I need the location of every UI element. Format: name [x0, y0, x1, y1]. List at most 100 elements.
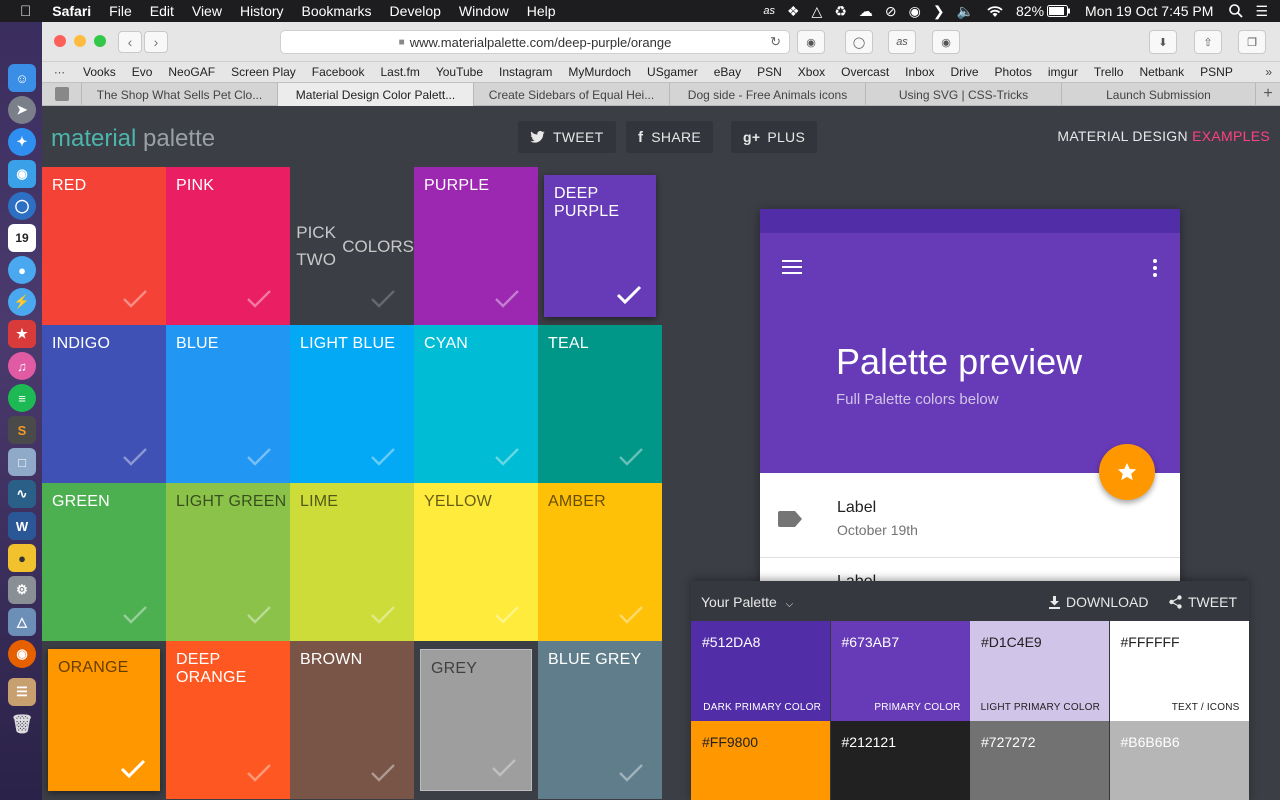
lastfm-extension-icon[interactable]: as	[888, 30, 916, 54]
menu-bookmarks[interactable]: Bookmarks	[293, 3, 381, 19]
clock[interactable]: Mon 19 Oct 7:45 PM	[1077, 3, 1223, 19]
palette-color-cell[interactable]: #FFFFFF TEXT / ICONS	[1109, 621, 1249, 721]
favorite-link[interactable]: Vooks	[75, 65, 124, 79]
forward-button[interactable]: ›	[144, 31, 168, 53]
swatch-blue[interactable]: BLUE	[166, 325, 290, 483]
messages-icon[interactable]: ●	[8, 256, 36, 284]
menu-edit[interactable]: Edit	[141, 3, 183, 19]
swatch-cyan[interactable]: CYAN	[414, 325, 538, 483]
swatch-pink[interactable]: PINK	[166, 167, 290, 325]
swatch-yellow[interactable]: YELLOW	[414, 483, 538, 641]
volume-icon[interactable]: 🔈	[951, 3, 980, 20]
launchpad-icon[interactable]: ➤	[8, 96, 36, 124]
swatch-teal[interactable]: TEAL	[538, 325, 662, 483]
onepassword-icon[interactable]: ◯	[8, 192, 36, 220]
favorite-link[interactable]: Screen Play	[223, 65, 304, 79]
menu-help[interactable]: Help	[518, 3, 565, 19]
calendar-icon[interactable]: 19	[8, 224, 36, 252]
more-vert-icon[interactable]	[1152, 259, 1158, 277]
app-menu[interactable]: Safari	[43, 3, 100, 19]
favorite-link[interactable]: Evo	[124, 65, 161, 79]
favorite-link[interactable]: eBay	[706, 65, 749, 79]
sync-status-icon[interactable]: ♻	[828, 3, 853, 20]
more-favorites-icon[interactable]: »	[1265, 65, 1272, 79]
swatch-light-blue[interactable]: LIGHT BLUE	[290, 325, 414, 483]
hamburger-menu-icon[interactable]	[782, 259, 804, 275]
palette-color-cell[interactable]: #FF9800ACCENT COLOR	[691, 721, 830, 800]
reload-icon[interactable]: ↻	[770, 34, 781, 50]
favorite-link[interactable]: USgamer	[639, 65, 706, 79]
spotlight-icon[interactable]	[1223, 4, 1249, 18]
dropbox-status-icon[interactable]: ❖	[781, 3, 806, 20]
drive-status-icon[interactable]: △	[806, 3, 829, 20]
onepassword-extension-icon[interactable]: ◯	[845, 30, 873, 54]
close-window-button[interactable]	[54, 35, 66, 47]
menu-develop[interactable]: Develop	[381, 3, 450, 19]
material-design-examples-link[interactable]: MATERIAL DESIGN EXAMPLES	[1057, 128, 1270, 144]
itunes-icon[interactable]: ♫	[8, 352, 36, 380]
swatch-light-green[interactable]: LIGHT GREEN	[166, 483, 290, 641]
tabs-overview-icon[interactable]: ❐	[1238, 30, 1266, 54]
menu-file[interactable]: File	[100, 3, 141, 19]
favorite-link[interactable]: Netbank	[1131, 65, 1192, 79]
system-preferences-icon[interactable]: ⚙	[8, 576, 36, 604]
favorite-link[interactable]: Last.fm	[372, 65, 427, 79]
firefox-icon[interactable]: ◉	[8, 640, 36, 668]
tab-material-palette[interactable]: Material Design Color Palett...	[278, 83, 474, 106]
swatch-brown[interactable]: BROWN	[290, 641, 414, 799]
messenger-icon[interactable]: ⚡	[8, 288, 36, 316]
address-bar[interactable]: ■ www.materialpalette.com/deep-purple/or…	[280, 30, 790, 54]
swatch-grey[interactable]: GREY	[414, 641, 538, 799]
menu-history[interactable]: History	[231, 3, 293, 19]
swatch-purple[interactable]: PURPLE	[414, 167, 538, 325]
swatch-red[interactable]: RED	[42, 167, 166, 325]
battery-percent[interactable]: 82%	[1010, 3, 1047, 19]
wifi-icon[interactable]	[980, 5, 1010, 18]
favorite-link[interactable]: Drive	[943, 65, 987, 79]
swatch-amber[interactable]: AMBER	[538, 483, 662, 641]
ghostery-extension-icon[interactable]: ◉	[932, 30, 960, 54]
palette-color-cell[interactable]: #212121PRIMARY TEXT	[830, 721, 970, 800]
back-button[interactable]: ‹	[118, 31, 142, 53]
palette-color-cell[interactable]: #673AB7 PRIMARY COLOR	[830, 621, 970, 721]
palette-tweet-button[interactable]: TWEET	[1169, 594, 1237, 610]
new-tab-button[interactable]: +	[1256, 83, 1280, 105]
favorite-link[interactable]: Instagram	[491, 65, 560, 79]
pick-two-colors-cell[interactable]: PICK TWO COLORS	[290, 167, 414, 325]
mysql-icon[interactable]: ∿	[8, 480, 36, 508]
tab-pet-shop[interactable]: The Shop What Sells Pet Clo...	[82, 83, 278, 106]
site-logo[interactable]: material palette	[51, 125, 215, 153]
swatch-deep-purple[interactable]: DEEP PURPLE	[538, 167, 662, 325]
tab-dog-icons[interactable]: Dog side - Free Animals icons	[670, 83, 866, 106]
tweet-button[interactable]: TWEET	[518, 121, 616, 153]
apple-menu-icon[interactable]: 	[0, 3, 43, 20]
safari-icon[interactable]: ✦	[8, 128, 36, 156]
lastfm-status-icon[interactable]: as	[757, 5, 781, 17]
download-button[interactable]: DOWNLOAD	[1049, 594, 1148, 610]
your-palette-dropdown[interactable]: Your Palette ⌵	[701, 594, 793, 610]
favorite-link[interactable]: Xbox	[790, 65, 833, 79]
sublime-icon[interactable]: S	[8, 416, 36, 444]
favorite-link[interactable]: PSNP	[1192, 65, 1241, 79]
palette-color-cell[interactable]: #512DA8 DARK PRIMARY COLOR	[691, 621, 830, 721]
zoom-window-button[interactable]	[94, 35, 106, 47]
swatch-indigo[interactable]: INDIGO	[42, 325, 166, 483]
favorite-link[interactable]: Facebook	[304, 65, 373, 79]
plus-button[interactable]: g+ PLUS	[731, 121, 818, 153]
tab-svg-css-tricks[interactable]: Using SVG | CSS-Tricks	[866, 83, 1062, 106]
tab-equal-sidebars[interactable]: Create Sidebars of Equal Hei...	[474, 83, 670, 106]
favorite-link[interactable]: MyMurdoch	[560, 65, 639, 79]
spotify-icon[interactable]: ≡	[8, 384, 36, 412]
favorite-link[interactable]: Photos	[987, 65, 1040, 79]
preview-app-icon[interactable]: □	[8, 448, 36, 476]
arrow-status-icon[interactable]: ❯	[927, 3, 951, 20]
downloads-button-icon[interactable]: ⬇	[1149, 30, 1177, 54]
word-icon[interactable]: W	[8, 512, 36, 540]
swatch-green[interactable]: GREEN	[42, 483, 166, 641]
favorite-link[interactable]: Inbox	[897, 65, 942, 79]
swatch-blue-grey[interactable]: BLUE GREY	[538, 641, 662, 799]
palette-color-cell[interactable]: #B6B6B6DIVIDER COLOR	[1109, 721, 1249, 800]
palette-color-cell[interactable]: #727272SECONDARY TEXT	[970, 721, 1109, 800]
top-sites-grid-icon[interactable]: ⋯	[54, 66, 65, 79]
finder-icon[interactable]: ☺	[8, 64, 36, 92]
